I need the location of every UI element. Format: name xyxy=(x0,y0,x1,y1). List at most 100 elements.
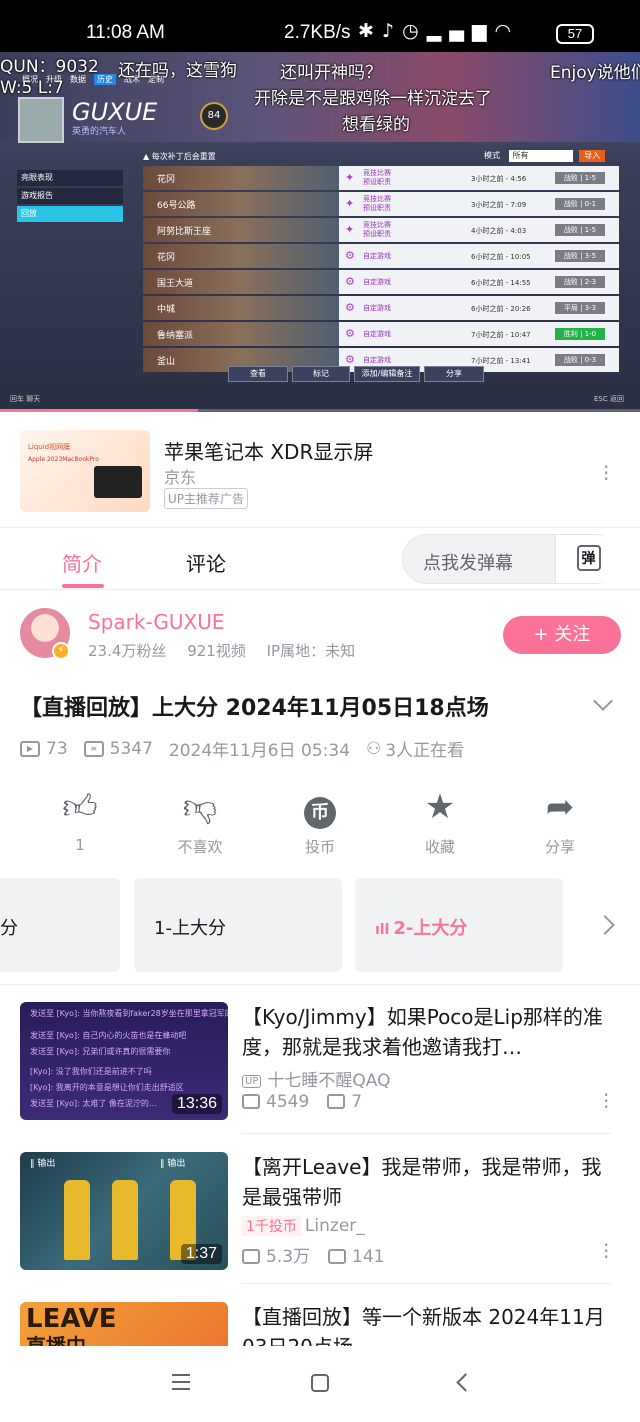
custom-game-icon: ⚙ xyxy=(345,353,355,366)
play-count: 73 xyxy=(46,738,68,759)
thumb-hud-text: 输出 xyxy=(37,1159,56,1169)
match-result: 战败 | 1-5 xyxy=(555,172,605,184)
ad-thumb-text: Liquid视网膜 xyxy=(28,443,71,451)
episode-item[interactable]: 1-上大分 xyxy=(134,878,342,972)
ad-thumb-text: Apple 2023MacBookPro xyxy=(28,456,99,463)
thumbs-down-icon: 👎︎ xyxy=(182,787,218,827)
danmaku-comment: 想看绿的 xyxy=(342,115,410,135)
more-icon[interactable]: · · · xyxy=(603,1085,609,1117)
wifi-icon: ◠ xyxy=(494,20,520,42)
match-result: 平局 | 3-3 xyxy=(555,302,605,314)
game-sidebar: 亮眼表现 游戏报告 回放 xyxy=(17,170,123,224)
video-count: 921视频 xyxy=(187,642,246,660)
ad-title: 苹果笔记本 XDR显示屏 xyxy=(164,440,374,464)
game-sidebar-item: 回放 xyxy=(17,206,123,222)
match-map: 中城 xyxy=(143,296,339,320)
video-player[interactable]: 概况 升级 数据 历史 战术 定制 GUXUE 英勇的汽车人 84 亮眼表现 游… xyxy=(0,52,640,412)
danmaku-comment: 还叫开神吗？ xyxy=(280,63,382,83)
match-info: ⚙ 自定游戏 6小时之前 - 20:26 平局 | 3-3 xyxy=(339,296,619,320)
thumb-hud-text: 输出 xyxy=(167,1159,186,1169)
tab-indicator xyxy=(62,584,104,588)
laptop-image xyxy=(94,466,142,498)
owner-name: 十七睡不醒QAQ xyxy=(267,1071,391,1091)
match-time: 3小时之前 - 4:56 xyxy=(471,175,527,183)
match-row: 花冈 ⚙ 自定游戏 6小时之前 - 10:05 战败 | 3-5 xyxy=(143,244,619,268)
battery-icon: 57 xyxy=(556,24,594,44)
follow-button[interactable]: + 关注 xyxy=(503,616,621,654)
match-result: 胜利 | 1-0 xyxy=(555,328,605,340)
danmaku-count-icon xyxy=(328,1249,347,1264)
character-figure xyxy=(112,1180,138,1260)
competitive-icon: ✦ xyxy=(345,223,355,236)
more-icon[interactable]: · · · xyxy=(603,1235,609,1267)
chevron-down-icon[interactable] xyxy=(593,691,613,711)
custom-game-icon: ⚙ xyxy=(345,275,355,288)
episode-item-active[interactable]: ıll 2-上大分 xyxy=(355,878,563,972)
ad-card[interactable]: Liquid视网膜 Apple 2023MacBookPro 苹果笔记本 XDR… xyxy=(0,412,640,528)
system-nav-bar xyxy=(0,1346,640,1422)
match-map: 鲁纳塞派 xyxy=(143,322,339,346)
thumb-hud: ‖ 输出 xyxy=(160,1159,186,1169)
favorite-button[interactable]: ★ 收藏 xyxy=(400,786,480,857)
danmaku-input-placeholder: 点我发弹幕 xyxy=(423,553,513,574)
signal-icon: ▂▄▆ xyxy=(426,20,495,42)
danmaku-input[interactable]: 点我发弹幕 弹 xyxy=(402,534,621,584)
coin-label: 投币 xyxy=(304,838,335,856)
uploader-name[interactable]: Spark-GUXUE xyxy=(88,610,225,634)
watching-count: 3人正在看 xyxy=(385,741,465,761)
custom-game-icon: ⚙ xyxy=(345,301,355,314)
back-icon[interactable] xyxy=(456,1373,475,1392)
danmaku-count-icon xyxy=(327,1094,346,1109)
episode-item[interactable]: 分 xyxy=(0,878,120,972)
share-button[interactable]: ➦ 分享 xyxy=(520,786,600,857)
chevron-right-icon[interactable] xyxy=(595,915,615,935)
match-row: 中城 ⚙ 自定游戏 6小时之前 - 20:26 平局 | 3-3 xyxy=(143,296,619,320)
play-count-icon xyxy=(242,1249,260,1264)
tab-intro[interactable]: 简介 xyxy=(62,548,102,577)
view-button: 查看 xyxy=(228,366,288,382)
list-item[interactable]: ‖ 输出 ‖ 输出 1:37 【离开Leave】我是带师，我是带师，我是最强带师… xyxy=(0,1134,640,1284)
match-result: 战败 | 1-5 xyxy=(555,224,605,236)
match-info: ✦ 竞技比赛 预设职责 3小时之前 - 7:09 战败 | 0-1 xyxy=(339,192,619,216)
share-icon: ➦ xyxy=(545,787,575,827)
video-thumbnail: 发送至 [Kyo]: 当你熬夜看到faker28岁坐在那里拿冠军的时候 发送至 … xyxy=(20,1002,228,1120)
status-time: 11:08 AM xyxy=(86,22,165,43)
danmaku-comment: Enjoy说他们 xyxy=(550,63,640,83)
match-row: 国王大道 ⚙ 自定游戏 6小时之前 - 14:55 战败 | 2-3 xyxy=(143,270,619,294)
video-title: 【离开Leave】我是带师，我是带师，我是最强带师 xyxy=(242,1155,602,1209)
coin-icon: 币 xyxy=(280,786,360,829)
playing-icon: ıll xyxy=(375,922,390,938)
match-mode: 竞技比赛 预设职责 xyxy=(363,221,391,238)
danmaku-comment: 还在吗，这雪狗 xyxy=(118,61,237,81)
coin-button[interactable]: 币 投币 xyxy=(280,786,360,857)
tab-comments[interactable]: 评论 xyxy=(186,548,226,577)
like-button[interactable]: 👍︎ 1 xyxy=(40,786,120,854)
list-item[interactable]: 发送至 [Kyo]: 当你熬夜看到faker28岁坐在那里拿冠军的时候 发送至 … xyxy=(0,984,640,1134)
match-info: ⚙ 自定游戏 6小时之前 - 10:05 战败 | 3-5 xyxy=(339,244,619,268)
bluetooth-icon: ✱ xyxy=(358,20,382,42)
home-icon[interactable] xyxy=(311,1374,329,1392)
match-row: 阿努比斯王座 ✦ 竞技比赛 预设职责 4小时之前 - 4:03 战败 | 1-5 xyxy=(143,218,619,242)
thumb-text: 发送至 [Kyo]: 太难了 像在泥泞的… xyxy=(30,1099,157,1108)
danmaku-comment: W:5 L:7 xyxy=(0,78,64,98)
custom-game-icon: ⚙ xyxy=(345,249,355,262)
match-map: 花冈 xyxy=(143,244,339,268)
match-info: ⚙ 自定游戏 7小时之前 - 10:47 胜利 | 1-0 xyxy=(339,322,619,346)
thumb-text: [Kyo]: 我离开的本意是想让你们走出舒适区 xyxy=(30,1083,184,1092)
character-figure xyxy=(64,1180,90,1260)
more-icon[interactable]: · · · xyxy=(603,457,609,489)
game-sidebar-item: 游戏报告 xyxy=(17,188,123,204)
episode-list: 分 1-上大分 ıll 2-上大分 xyxy=(0,878,640,972)
play-count: 5.3万 xyxy=(266,1247,311,1267)
match-info: ⚙ 自定游戏 6小时之前 - 14:55 战败 | 2-3 xyxy=(339,270,619,294)
menu-icon[interactable] xyxy=(172,1374,190,1395)
video-stats: 5.3万 141 xyxy=(242,1242,385,1267)
danmaku-toggle-button[interactable]: 弹 xyxy=(555,535,621,583)
video-title: 【直播回放】上大分 2024年11月05日18点场 xyxy=(20,696,489,721)
list-item[interactable]: LEAVE 直播中 【直播回放】等一个新版本 2024年11月03日20点场 xyxy=(0,1284,640,1346)
star-icon: ★ xyxy=(424,787,456,827)
dislike-button[interactable]: 👎︎ 不喜欢 xyxy=(160,786,240,857)
danmaku-count-icon: ≡ xyxy=(83,740,104,757)
thumb-text: 直播中 xyxy=(26,1334,86,1346)
match-time: 6小时之前 - 20:26 xyxy=(471,305,531,313)
